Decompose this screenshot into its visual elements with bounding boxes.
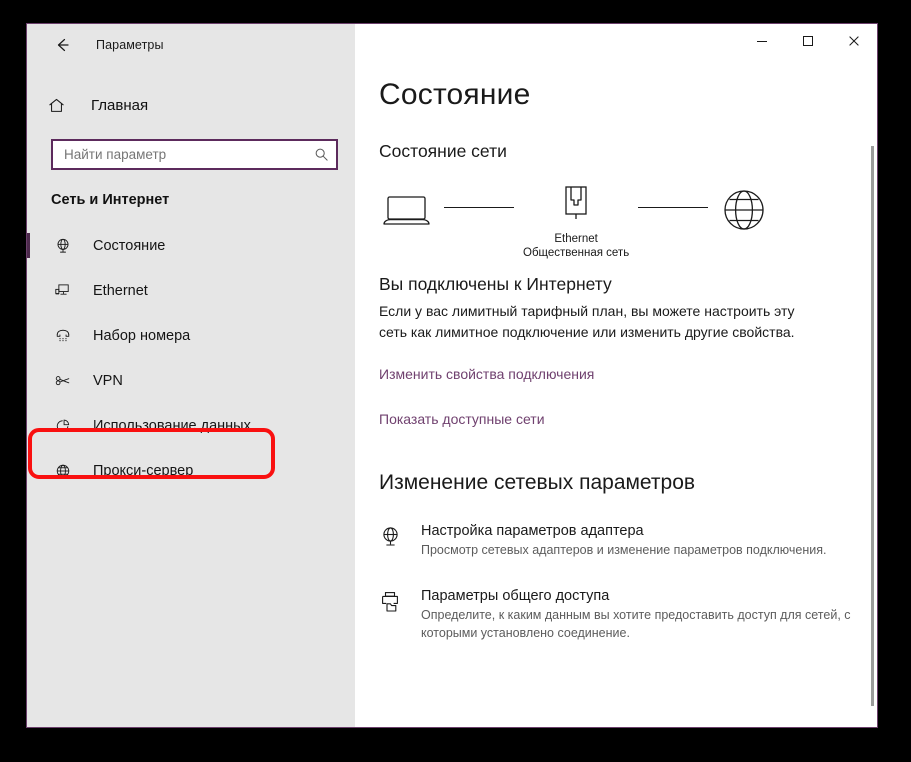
sidebar-item-home[interactable]: Главная	[27, 85, 355, 125]
setting-title: Параметры общего доступа	[421, 588, 610, 605]
laptop-icon	[379, 184, 435, 242]
setting-adapter-options[interactable]: Настройка параметров адаптера Просмотр с…	[379, 523, 877, 560]
link-change-connection-properties[interactable]: Изменить свойства подключения	[379, 366, 594, 382]
link-show-available-networks[interactable]: Показать доступные сети	[379, 411, 545, 427]
window-controls	[739, 24, 877, 57]
settings-window: Параметры Главная Сеть и Интернет	[26, 23, 878, 728]
sidebar-item-ethernet[interactable]: Ethernet	[27, 268, 355, 313]
search-box[interactable]	[51, 139, 338, 170]
setting-description: Просмотр сетевых адаптеров и изменение п…	[421, 543, 827, 558]
vpn-key-icon	[51, 372, 75, 390]
page-title: Состояние	[379, 78, 531, 111]
sidebar: Параметры Главная Сеть и Интернет	[27, 24, 355, 727]
maximize-button[interactable]	[785, 24, 831, 57]
proxy-globe-icon	[51, 462, 75, 480]
network-type: Общественная сеть	[523, 247, 630, 259]
sidebar-item-dialup[interactable]: Набор номера	[27, 313, 355, 358]
adapter-node: Ethernet Общественная сеть	[523, 184, 629, 259]
sidebar-item-label: Набор номера	[93, 327, 191, 344]
diagram-connector-line-1	[444, 206, 514, 208]
setting-description: Определите, к каким данным вы хотите пре…	[421, 608, 851, 640]
globe-icon	[717, 184, 771, 242]
window-title: Параметры	[96, 38, 164, 52]
network-adapter-icon	[379, 523, 413, 560]
sidebar-item-data-usage[interactable]: Использование данных	[27, 403, 355, 448]
dialup-phone-icon	[51, 327, 75, 345]
minimize-button[interactable]	[739, 24, 785, 57]
sidebar-item-label: Прокси-сервер	[93, 462, 194, 479]
connection-description: Если у вас лимитный тарифный план, вы мо…	[379, 303, 795, 340]
globe-status-icon	[51, 237, 75, 255]
sidebar-item-label: Использование данных	[93, 417, 251, 434]
sidebar-nav-list: Состояние Ethernet Набор номера VPN Испо…	[27, 223, 355, 493]
sidebar-item-label: Ethernet	[93, 282, 148, 299]
scrollbar-track[interactable]	[871, 146, 874, 727]
connection-heading: Вы подключены к Интернету	[379, 274, 612, 294]
selection-indicator	[27, 233, 30, 258]
data-usage-pie-icon	[51, 417, 75, 435]
search-input[interactable]	[64, 147, 314, 162]
setting-sharing-options[interactable]: Параметры общего доступа Определите, к к…	[379, 588, 877, 643]
change-network-settings-heading: Изменение сетевых параметров	[379, 471, 696, 495]
ethernet-port-icon	[561, 184, 591, 229]
close-button[interactable]	[831, 24, 877, 57]
network-status-heading: Состояние сети	[379, 141, 507, 161]
back-arrow-icon[interactable]	[45, 28, 79, 62]
adapter-name: Ethernet	[554, 233, 598, 245]
sidebar-item-label: Состояние	[93, 237, 166, 254]
sharing-printer-folder-icon	[379, 588, 413, 643]
sidebar-item-vpn[interactable]: VPN	[27, 358, 355, 403]
sidebar-item-status[interactable]: Состояние	[27, 223, 355, 268]
sidebar-item-proxy[interactable]: Прокси-сервер	[27, 448, 355, 493]
diagram-connector-line-2	[638, 206, 709, 208]
scrollbar-thumb[interactable]	[871, 146, 874, 706]
titlebar: Параметры	[27, 24, 355, 66]
search-icon	[314, 147, 329, 162]
home-icon	[47, 96, 77, 115]
sidebar-section-title: Сеть и Интернет	[51, 192, 170, 208]
setting-title: Настройка параметров адаптера	[421, 523, 644, 540]
ethernet-icon	[51, 282, 75, 300]
network-diagram: Ethernet Общественная сеть	[379, 184, 877, 259]
sidebar-item-label: VPN	[93, 372, 123, 389]
sidebar-home-label: Главная	[91, 96, 149, 114]
main-content: Состояние Состояние сети Ethernet Общест…	[355, 24, 877, 727]
